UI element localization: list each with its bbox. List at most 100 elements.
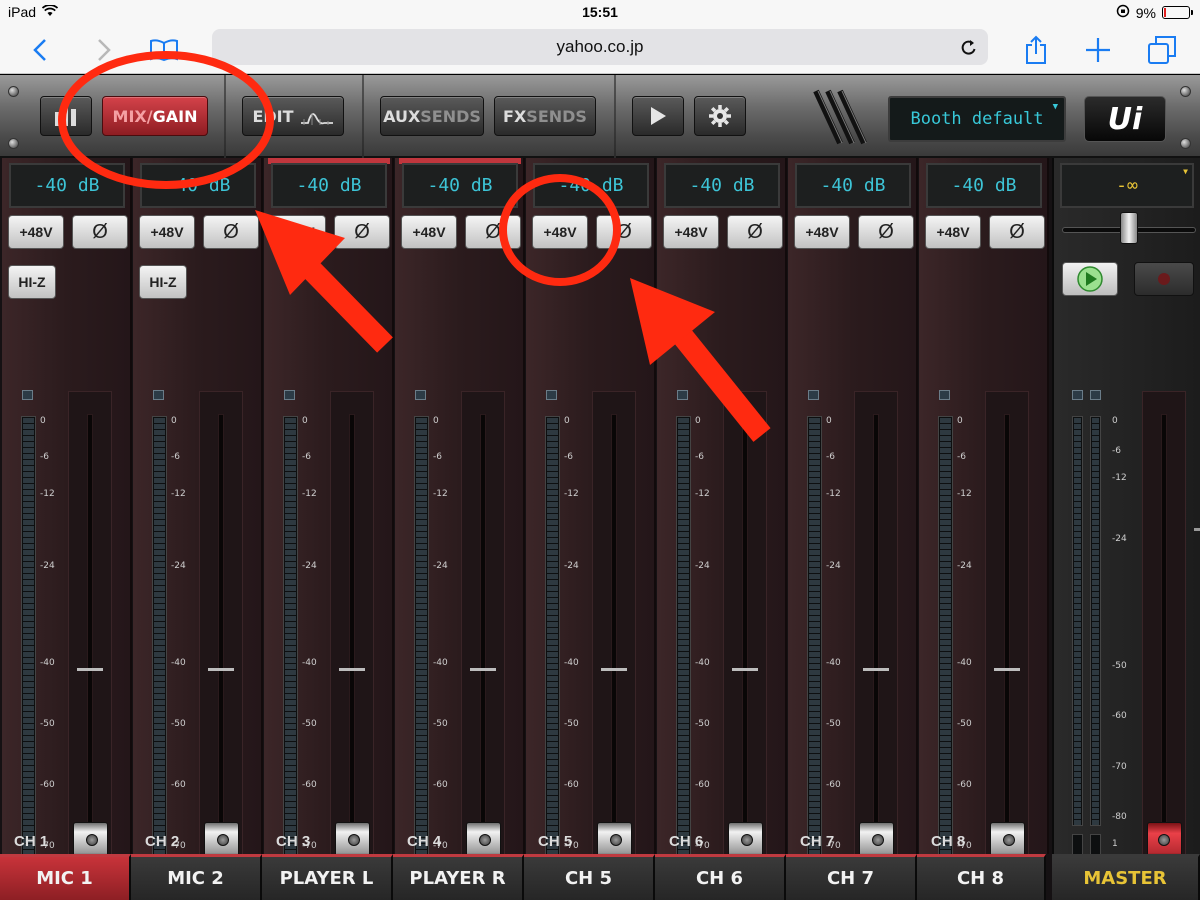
meter-tick-label: -24 — [433, 561, 448, 571]
meter-tick-label: -6 — [564, 452, 573, 462]
meter-tick-label: -24 — [302, 561, 317, 571]
gain-display[interactable]: -40 dB — [926, 163, 1042, 208]
forward-button[interactable] — [86, 32, 122, 68]
bookmarks-icon[interactable] — [146, 32, 182, 68]
tabs-icon[interactable] — [1144, 32, 1180, 68]
play-circle-icon — [1077, 266, 1103, 292]
meter-tick-label: -40 — [695, 658, 710, 668]
meter-tick-label: 0 — [957, 416, 963, 426]
edit-button[interactable]: EDIT — [242, 96, 344, 136]
back-button[interactable] — [22, 32, 58, 68]
gain-display[interactable]: -40 dB — [664, 163, 780, 208]
phase-invert-button[interactable]: Ø — [858, 215, 914, 249]
hi-z-button[interactable]: HI-Z — [8, 265, 56, 299]
level-meter — [414, 416, 429, 900]
channel-number: CH 3 — [276, 833, 311, 850]
phantom-power-button[interactable]: +48V — [532, 215, 588, 249]
master-balance-knob[interactable] — [1120, 212, 1138, 244]
channel-number: CH 6 — [669, 833, 704, 850]
fader-knob-icon — [217, 834, 229, 846]
ui-logo[interactable]: Ui — [1084, 96, 1166, 142]
channel-number: CH 5 — [538, 833, 573, 850]
phantom-power-button[interactable]: +48V — [401, 215, 457, 249]
phase-invert-button[interactable]: Ø — [596, 215, 652, 249]
gain-display[interactable]: -40 dB — [533, 163, 649, 208]
gain-display[interactable]: -40 dB — [140, 163, 256, 208]
phase-invert-button[interactable]: Ø — [465, 215, 521, 249]
master-name-tab[interactable]: MASTER — [1052, 854, 1200, 900]
meter-tick-label: -12 — [40, 489, 55, 499]
fx-sends-button[interactable]: FX SENDS — [494, 96, 596, 136]
phantom-power-button[interactable]: +48V — [8, 215, 64, 249]
phantom-power-button[interactable]: +48V — [794, 215, 850, 249]
channel-name-tab[interactable]: MIC 2 — [131, 854, 262, 900]
meter-tick-label: -60 — [564, 780, 579, 790]
preset-selector[interactable]: Booth default ▼ — [888, 96, 1066, 142]
phantom-power-button[interactable]: +48V — [663, 215, 719, 249]
toolbar-divider — [614, 75, 616, 158]
fader-knob-icon — [86, 834, 98, 846]
master-fader-knob-icon — [1158, 834, 1170, 846]
level-meter — [152, 416, 167, 900]
gain-value: -40 dB — [951, 175, 1017, 196]
fader-knob-icon — [348, 834, 360, 846]
hi-z-button[interactable]: HI-Z — [139, 265, 187, 299]
phantom-power-button[interactable]: +48V — [925, 215, 981, 249]
master-play-button[interactable] — [1062, 262, 1118, 296]
channel-name-tab[interactable]: MIC 1 — [0, 854, 131, 900]
screw-icon — [8, 138, 19, 149]
meter-scale: 0-6-12-24-40-50-60-70-80 — [957, 416, 979, 900]
unity-mark — [77, 668, 103, 671]
meter-tick-label: 0 — [826, 416, 832, 426]
meter-tick-label: -40 — [40, 658, 55, 668]
aux-sends-button[interactable]: AUX SENDS — [380, 96, 484, 136]
new-tab-icon[interactable] — [1080, 32, 1116, 68]
meter-tick-label: -60 — [171, 780, 186, 790]
meter-scale: 0-6-12-24-40-50-60-70-80 — [302, 416, 324, 900]
channel-name-tab[interactable]: CH 7 — [786, 854, 917, 900]
screw-icon — [8, 86, 19, 97]
master-meter-left — [1072, 416, 1083, 826]
gain-value: -40 dB — [34, 175, 100, 196]
master-level-display[interactable]: -∞ ▼ — [1060, 163, 1194, 208]
dropdown-caret-icon: ▼ — [1052, 102, 1058, 112]
channel-strip: -40 dB+48VØ0-6-12-24-40-50-60-70-80CH 5 — [526, 158, 656, 900]
meter-tick-label: -24 — [695, 561, 710, 571]
meter-tick-label: -6 — [433, 452, 442, 462]
settings-button[interactable] — [694, 96, 746, 136]
meter-tick-label: -12 — [695, 489, 710, 499]
meter-tick-label: 0 — [695, 416, 701, 426]
channel-number: CH 1 — [14, 833, 49, 850]
phase-invert-button[interactable]: Ø — [989, 215, 1045, 249]
channel-number: CH 8 — [931, 833, 966, 850]
play-button[interactable] — [632, 96, 684, 136]
channel-name-tab[interactable]: CH 8 — [917, 854, 1046, 900]
toolbar-divider — [224, 75, 226, 158]
gain-display[interactable]: -40 dB — [271, 163, 387, 208]
reload-icon[interactable] — [960, 37, 978, 62]
channel-name-tab[interactable]: CH 5 — [524, 854, 655, 900]
phase-invert-button[interactable]: Ø — [203, 215, 259, 249]
master-record-button[interactable] — [1134, 262, 1194, 296]
phase-invert-button[interactable]: Ø — [72, 215, 128, 249]
mixer-overview-button[interactable] — [40, 96, 92, 136]
channel-name-tab[interactable]: PLAYER R — [393, 854, 524, 900]
mix-gain-button[interactable]: MIX/GAIN — [102, 96, 208, 136]
toolbar-divider — [362, 75, 364, 158]
phantom-power-button[interactable]: +48V — [139, 215, 195, 249]
channel-name-tab[interactable]: PLAYER L — [262, 854, 393, 900]
channel-name-tab[interactable]: CH 6 — [655, 854, 786, 900]
address-bar[interactable]: yahoo.co.jp — [212, 29, 988, 65]
phantom-power-button[interactable]: +48V — [270, 215, 326, 249]
meter-tick-label: -12 — [302, 489, 317, 499]
meter-tick-label: -60 — [957, 780, 972, 790]
share-icon[interactable] — [1018, 32, 1054, 68]
gain-display[interactable]: -40 dB — [402, 163, 518, 208]
gain-display[interactable]: -40 dB — [9, 163, 125, 208]
fader-knob-icon — [741, 834, 753, 846]
gain-display[interactable]: -40 dB — [795, 163, 911, 208]
browser-toolbar: yahoo.co.jp — [0, 26, 1200, 74]
phase-invert-button[interactable]: Ø — [334, 215, 390, 249]
fader-knob-icon — [610, 834, 622, 846]
phase-invert-button[interactable]: Ø — [727, 215, 783, 249]
